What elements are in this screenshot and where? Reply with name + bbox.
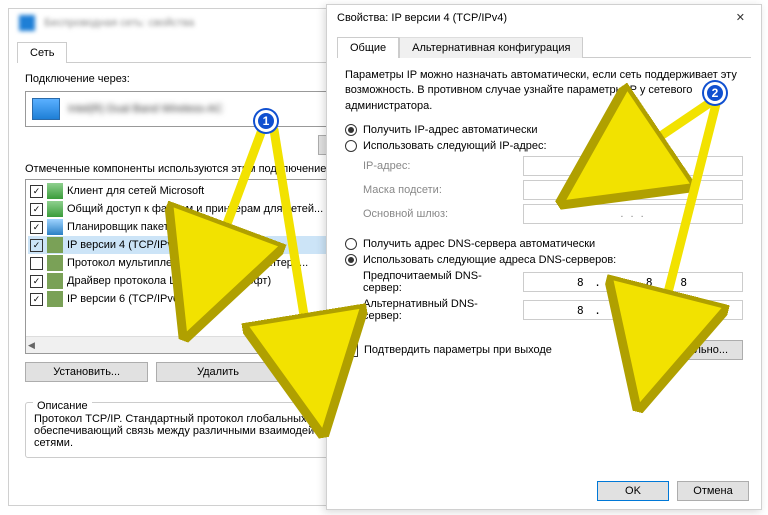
gateway-input: . . . [523,204,743,224]
radio-icon [345,254,357,266]
remove-button[interactable]: Удалить [156,362,279,382]
ip-address-input: . . . [523,156,743,176]
component-icon [47,201,63,217]
dns-preferred-label: Предпочитаемый DNS-сервер: [363,270,513,294]
checkbox-icon[interactable] [30,257,43,270]
tab-general[interactable]: Общие [337,37,399,58]
list-item-label: Протокол мультиплексора сетевого адаптер… [67,257,308,269]
radio-icon [345,238,357,250]
dns-alt-label: Альтернативный DNS-сервер: [363,298,513,322]
description-legend: Описание [33,400,92,412]
annotation-badge-2: 2 [704,82,726,104]
component-icon [47,273,63,289]
checkbox-icon[interactable] [30,293,43,306]
list-item-label: Клиент для сетей Microsoft [67,185,204,197]
list-item-label: IP версии 6 (TCP/IPv6) [67,293,183,305]
checkbox-icon [345,344,358,357]
radio-dns-manual[interactable]: Использовать следующие адреса DNS-сервер… [345,254,743,266]
gateway-label: Основной шлюз: [363,208,513,220]
adapter-icon [32,98,60,120]
checkbox-icon[interactable] [30,275,43,288]
tab-alt-config[interactable]: Альтернативная конфигурация [399,37,583,58]
install-button[interactable]: Установить... [25,362,148,382]
component-icon [47,255,63,271]
adapter-title-icon [19,15,35,31]
ok-button[interactable]: OK [597,481,669,501]
close-icon[interactable]: ✕ [730,11,751,24]
window-title: Свойства: IP версии 4 (TCP/IPv4) [337,12,507,24]
radio-dns-auto[interactable]: Получить адрес DNS-сервера автоматически [345,238,743,250]
tab-network[interactable]: Сеть [17,42,67,63]
radio-icon [345,124,357,136]
ipv4-properties-window: Свойства: IP версии 4 (TCP/IPv4) ✕ Общие… [326,4,762,510]
dns-alt-input[interactable]: 8 . 8 . 4 . 4 [523,300,743,320]
component-icon [47,291,63,307]
subnet-mask-input: . . . [523,180,743,200]
confirm-on-exit-checkbox[interactable]: Подтвердить параметры при выходе [345,344,552,357]
hint-text: Параметры IP можно назначать автоматичес… [345,68,743,114]
checkbox-icon[interactable] [30,203,43,216]
cancel-button[interactable]: Отмена [677,481,749,501]
component-icon [47,237,63,253]
list-item-label: Планировщик пакетов QoS [67,221,206,233]
list-item-label: Общий доступ к файлам и принтерам для се… [67,203,323,215]
advanced-button[interactable]: Дополнительно... [625,340,743,360]
component-icon [47,219,63,235]
list-item-label: IP версии 4 (TCP/IPv4) [67,239,183,251]
dns-preferred-input[interactable]: 8 . 8 . 8 . 8 [523,272,743,292]
radio-icon [345,140,357,152]
radio-ip-auto[interactable]: Получить IP-адрес автоматически [345,124,743,136]
checkbox-icon[interactable] [30,185,43,198]
checkbox-icon[interactable] [30,221,43,234]
list-item-label: Драйвер протокола LLDP (Майкрософт) [67,275,271,287]
component-icon [47,183,63,199]
subnet-mask-label: Маска подсети: [363,184,513,196]
checkbox-icon[interactable] [30,239,43,252]
ip-address-label: IP-адрес: [363,160,513,172]
annotation-badge-1: 1 [255,110,277,132]
radio-ip-manual[interactable]: Использовать следующий IP-адрес: [345,140,743,152]
